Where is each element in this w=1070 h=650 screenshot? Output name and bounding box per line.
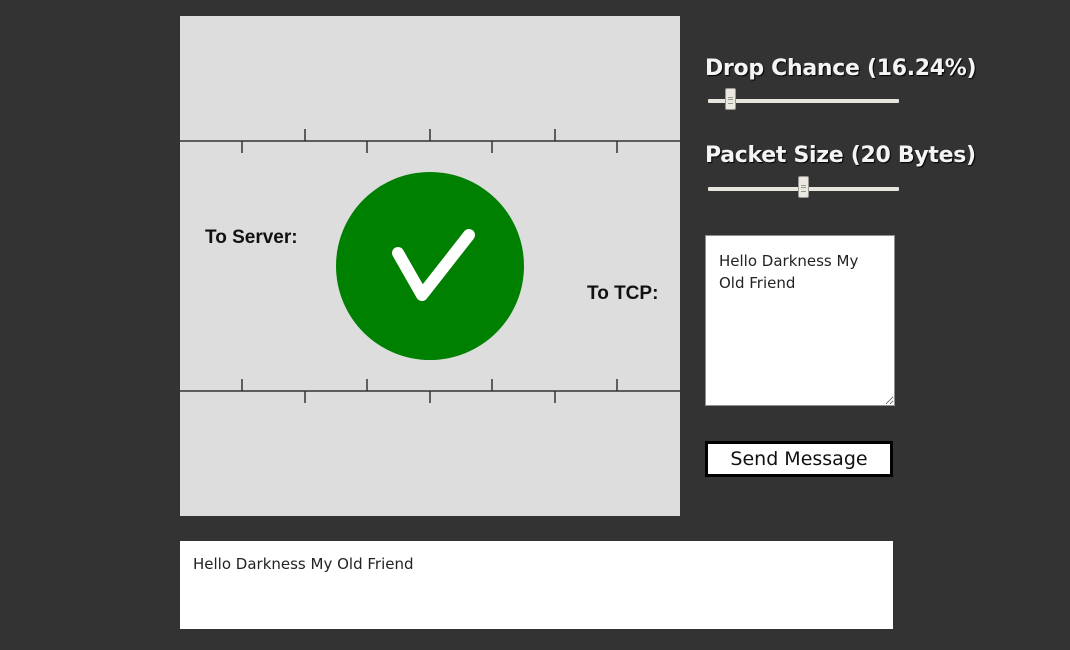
to-tcp-label: To TCP: [587,283,658,304]
send-message-button[interactable]: Send Message [705,441,893,477]
drop-chance-title: Drop Chance (16.24%) [705,56,977,81]
packet-size-slider[interactable] [708,176,899,198]
status-circle [336,172,524,360]
packet-size-title: Packet Size (20 Bytes) [705,143,976,168]
simulation-canvas: To Server: To TCP: [180,16,680,516]
drop-chance-slider[interactable] [708,88,899,110]
to-server-label: To Server: [205,227,298,248]
drop-chance-slider-thumb[interactable] [725,88,736,110]
simulation-svg: To Server: To TCP: [180,129,680,403]
packet-size-slider-thumb[interactable] [798,176,809,198]
message-input[interactable] [705,235,895,406]
received-output: Hello Darkness My Old Friend [180,541,893,629]
checkmark-icon [336,172,524,360]
